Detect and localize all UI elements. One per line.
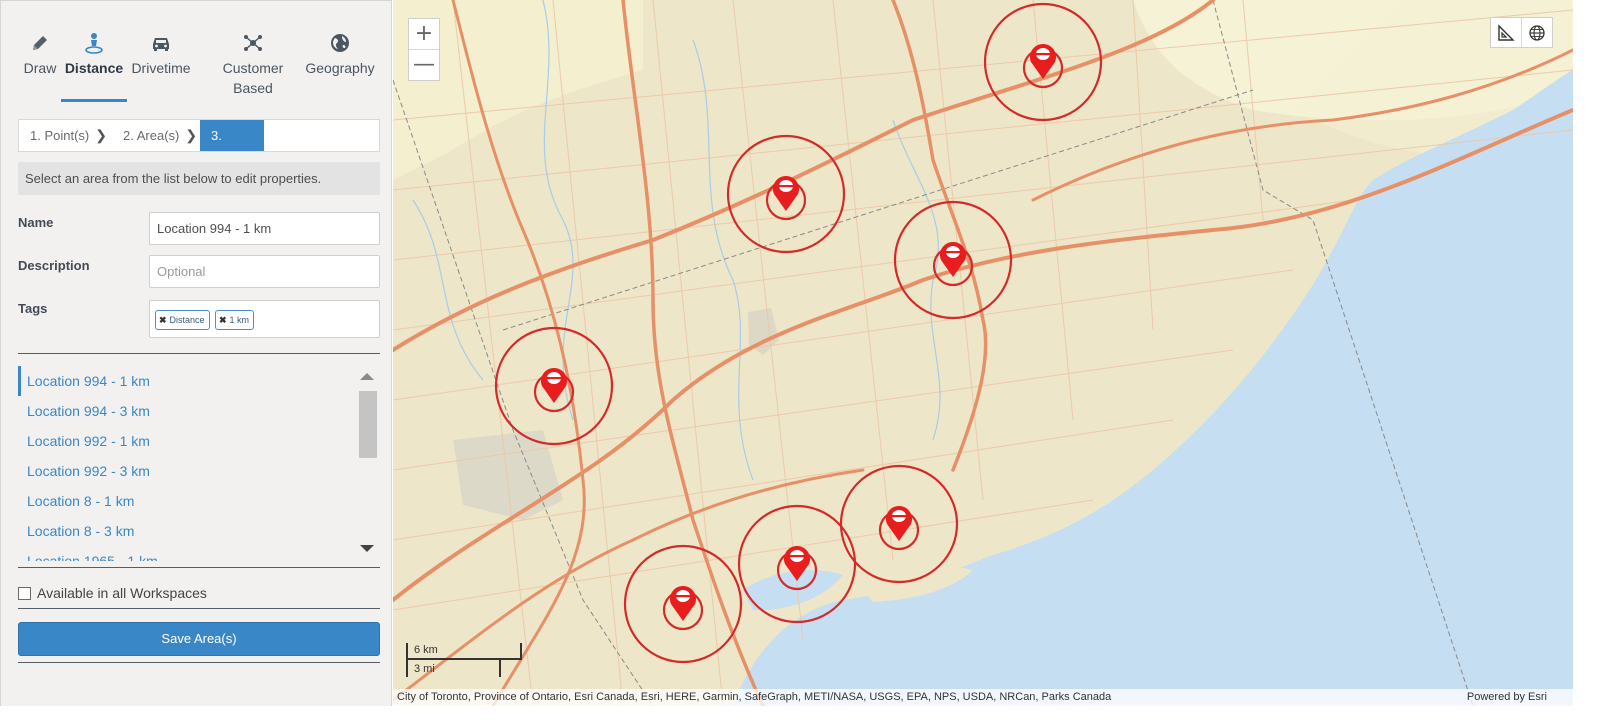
- tab-distance[interactable]: Distance: [61, 24, 127, 78]
- tag-chip[interactable]: ✖ Distance: [155, 310, 210, 330]
- tab-label-line2: Based: [233, 80, 273, 96]
- list-item[interactable]: Location 994 - 3 km: [18, 396, 358, 426]
- measure-button[interactable]: [1491, 18, 1522, 47]
- description-label: Description: [18, 258, 90, 273]
- scroll-down-arrow-icon[interactable]: [360, 545, 374, 552]
- divider: [18, 608, 380, 609]
- pin-bar-icon: [892, 515, 906, 518]
- wizard-steps: 1. Point(s) ❯ 2. Area(s) ❯ 3. Save: [18, 119, 380, 174]
- car-icon: [153, 38, 169, 51]
- scroll-up-arrow-icon[interactable]: [360, 373, 374, 380]
- remove-tag-icon[interactable]: ✖: [219, 315, 227, 325]
- tab-label: Drivetime: [131, 60, 191, 76]
- scale-bar: 6 km 3 mi: [406, 643, 524, 677]
- tab-drivetime[interactable]: Drivetime: [129, 24, 193, 78]
- tag-label: 1 km: [229, 315, 250, 325]
- sidebar-panel: Draw Distance Drivetime Customer Based G…: [0, 0, 392, 706]
- chevron-right-icon: ❯: [95, 127, 107, 143]
- list-item[interactable]: Location 8 - 1 km: [18, 486, 358, 516]
- pencil-icon: [33, 36, 47, 50]
- pin-bar-icon: [779, 185, 793, 188]
- list-item[interactable]: Location 992 - 1 km: [18, 426, 358, 456]
- map-tools: [1490, 17, 1553, 48]
- divider: [18, 662, 380, 663]
- name-field[interactable]: [149, 212, 380, 245]
- step-label: 1. Point(s): [30, 128, 90, 143]
- basemap-globe-icon: [1529, 24, 1545, 41]
- pin-bar-icon: [946, 251, 960, 254]
- tab-customer-based[interactable]: Customer Based: [213, 24, 293, 98]
- zoom-in-button[interactable]: +: [409, 19, 439, 50]
- divider: [18, 353, 380, 354]
- list-item[interactable]: Location 992 - 3 km: [18, 456, 358, 486]
- scale-km: 6 km: [406, 643, 522, 660]
- person-pin-icon: [85, 33, 103, 54]
- description-field[interactable]: [149, 255, 380, 288]
- measure-icon: [1498, 23, 1515, 41]
- chevron-right-icon: ❯: [185, 127, 198, 143]
- checkbox-label: Available in all Workspaces: [37, 585, 207, 601]
- list-item[interactable]: Location 1965 - 1 km: [18, 546, 358, 561]
- instruction-hint: Select an area from the list below to ed…: [18, 162, 380, 195]
- attribution-bar: City of Toronto, Province of Ontario, Es…: [393, 689, 1573, 706]
- attribution-text: City of Toronto, Province of Ontario, Es…: [397, 691, 1112, 703]
- powered-by: Powered by Esri: [1466, 691, 1547, 703]
- globe-icon: [331, 34, 349, 52]
- app-root: Draw Distance Drivetime Customer Based G…: [0, 0, 1616, 728]
- tab-geography[interactable]: Geography: [304, 24, 376, 78]
- available-all-workspaces[interactable]: Available in all Workspaces: [18, 583, 207, 603]
- tab-label: Distance: [64, 60, 124, 76]
- tab-label-line1: Customer: [222, 60, 284, 76]
- pin-bar-icon: [676, 595, 690, 598]
- basemap[interactable]: [393, 0, 1573, 706]
- tag-chip[interactable]: ✖ 1 km: [215, 310, 255, 330]
- active-tab-indicator: [61, 99, 127, 102]
- zoom-out-button[interactable]: —: [409, 50, 439, 81]
- remove-tag-icon[interactable]: ✖: [159, 315, 167, 325]
- available-all-checkbox[interactable]: [18, 586, 31, 600]
- area-list: Location 994 - 1 km Location 994 - 3 km …: [18, 366, 358, 561]
- tags-label: Tags: [18, 301, 48, 316]
- tab-label: Draw: [23, 60, 57, 76]
- map-view[interactable]: + — 6 km 3 mi City of Toronto, Province …: [393, 0, 1573, 706]
- save-areas-button[interactable]: Save Area(s): [18, 622, 380, 656]
- tags-input[interactable]: ✖ Distance ✖ 1 km: [149, 300, 380, 338]
- divider: [18, 567, 380, 568]
- list-item[interactable]: Location 8 - 3 km: [18, 516, 358, 546]
- zoom-control: + —: [408, 18, 440, 81]
- step-points[interactable]: 1. Point(s) ❯: [19, 120, 111, 151]
- tab-label: Geography: [305, 60, 375, 76]
- scale-mi: 3 mi: [406, 660, 501, 677]
- step-label: 2. Area(s): [123, 128, 180, 143]
- pin-bar-icon: [1036, 53, 1050, 56]
- list-item[interactable]: Location 994 - 1 km: [18, 366, 358, 396]
- name-label: Name: [18, 215, 54, 230]
- basemap-button[interactable]: [1522, 18, 1552, 47]
- step-areas[interactable]: 2. Area(s) ❯: [112, 120, 200, 151]
- scrollbar-thumb[interactable]: [359, 391, 377, 458]
- tool-tabs: Draw Distance Drivetime Customer Based G…: [1, 19, 393, 105]
- tab-draw[interactable]: Draw: [21, 24, 59, 78]
- pin-bar-icon: [790, 555, 804, 558]
- pin-bar-icon: [547, 377, 561, 380]
- network-icon: [244, 35, 262, 51]
- step-save[interactable]: 3. Save: [200, 120, 264, 174]
- tag-label: Distance: [169, 315, 205, 325]
